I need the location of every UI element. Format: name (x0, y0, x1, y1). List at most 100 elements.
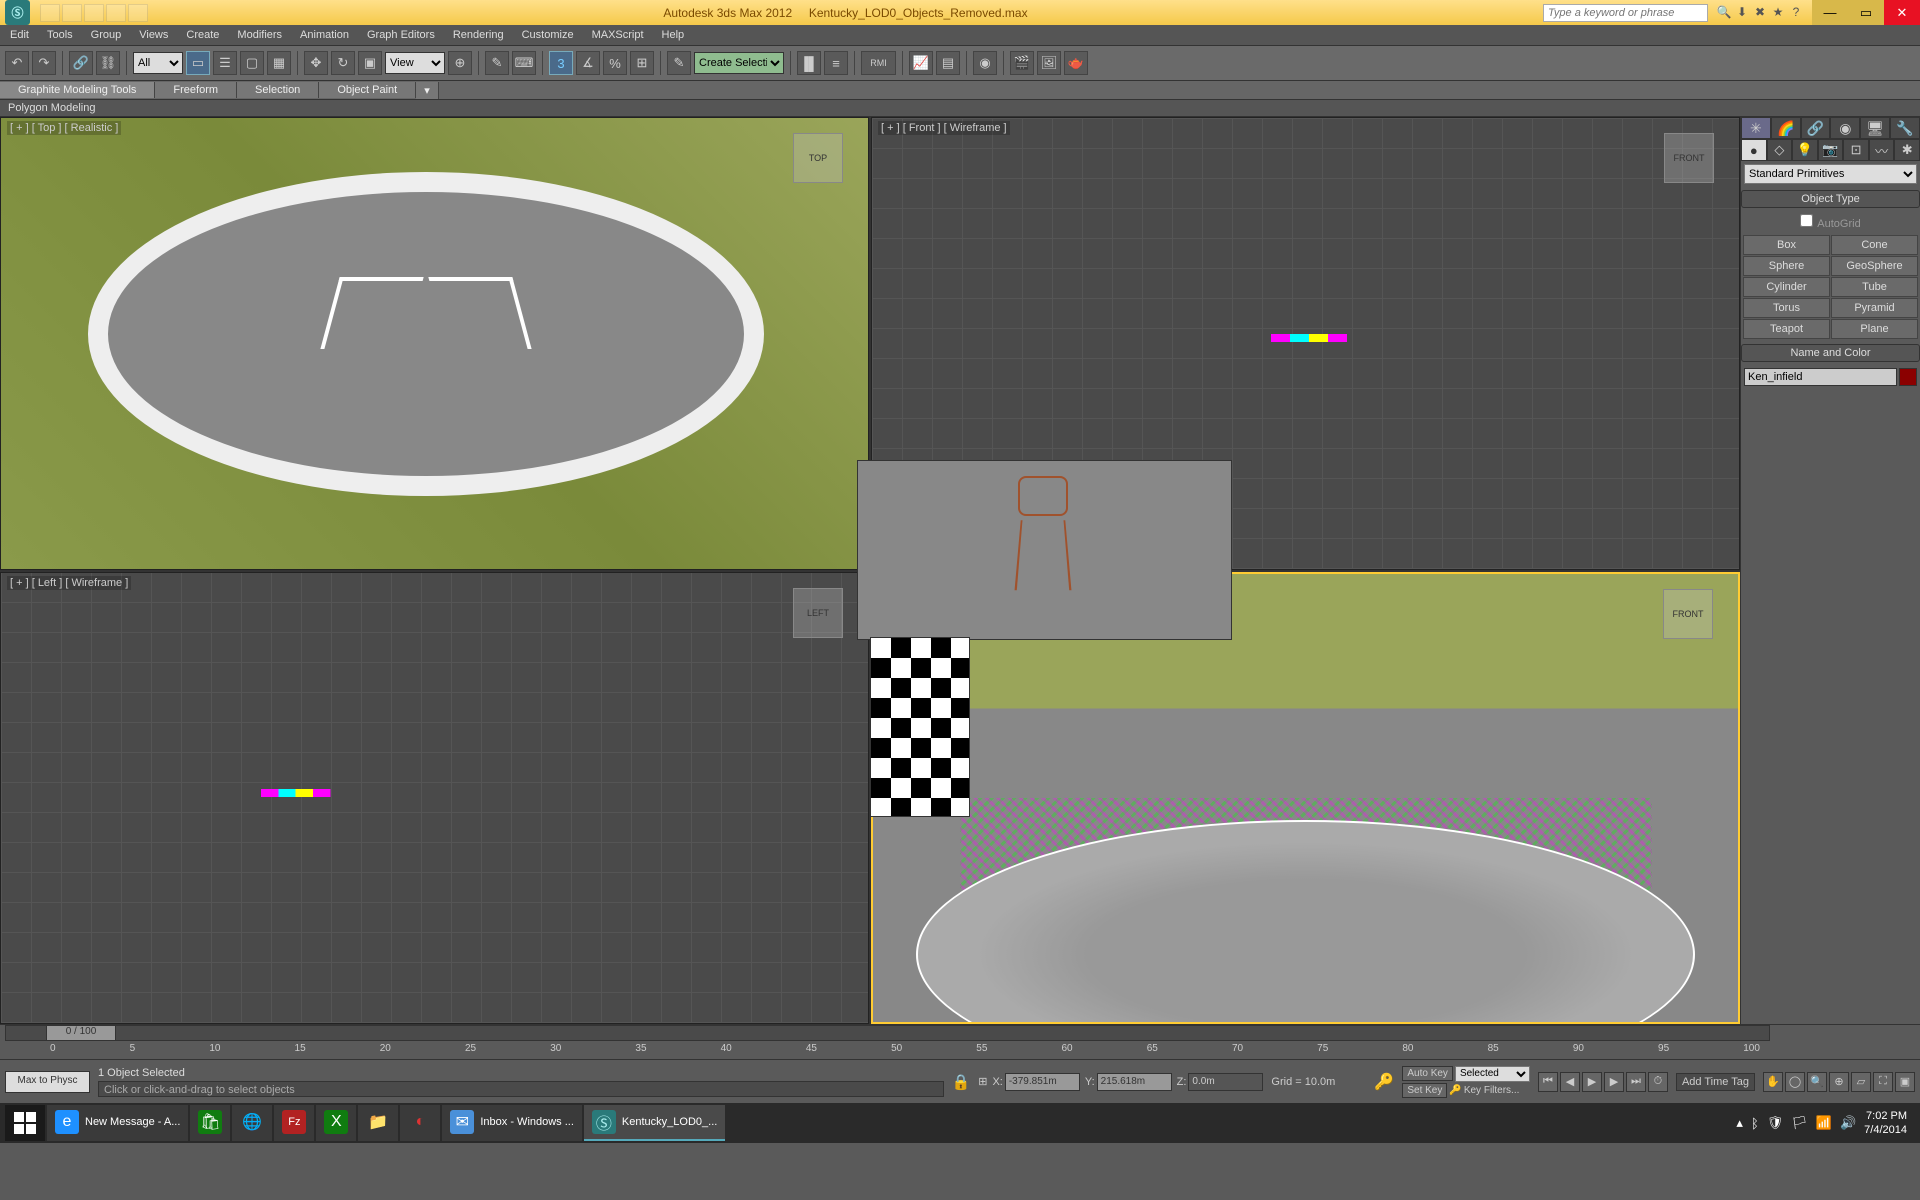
zoom-icon[interactable]: 🔍 (1807, 1072, 1827, 1092)
geometry-icon[interactable]: ● (1741, 139, 1767, 161)
setkey-key-icon[interactable]: 🔑 (1449, 1085, 1461, 1096)
menu-views[interactable]: Views (139, 29, 168, 41)
utilities-tab-icon[interactable]: 🔧 (1890, 117, 1920, 139)
autogrid-checkbox[interactable]: AutoGrid (1741, 211, 1920, 233)
render-production-icon[interactable]: 🫖 (1064, 51, 1088, 75)
tube-button[interactable]: Tube (1831, 277, 1918, 297)
render-preview-window[interactable] (857, 460, 1232, 640)
keyboard-shortcut-icon[interactable]: ⌨ (512, 51, 536, 75)
isolate-icon[interactable]: 🔑 (1374, 1072, 1394, 1092)
torus-button[interactable]: Torus (1743, 298, 1830, 318)
menu-help[interactable]: Help (662, 29, 685, 41)
scale-icon[interactable]: ▣ (358, 51, 382, 75)
app-logo-icon[interactable]: Ⓢ (5, 0, 30, 25)
menu-rendering[interactable]: Rendering (453, 29, 504, 41)
systems-icon[interactable]: ✱ (1894, 139, 1920, 161)
object-type-rollout[interactable]: Object Type (1741, 190, 1920, 208)
undo-icon[interactable]: ↶ (5, 51, 29, 75)
exchange-icon[interactable]: ✖ (1752, 5, 1768, 21)
viewport-top[interactable]: [ + ] [ Top ] [ Realistic ] TOP (0, 117, 869, 570)
primitive-category-dropdown[interactable]: Standard Primitives (1744, 164, 1917, 184)
goto-end-icon[interactable]: ⏭ (1626, 1072, 1646, 1092)
menu-modifiers[interactable]: Modifiers (237, 29, 282, 41)
start-button[interactable] (5, 1105, 45, 1141)
maximize-vp-icon[interactable]: ▣ (1895, 1072, 1915, 1092)
next-frame-icon[interactable]: ▶ (1604, 1072, 1624, 1092)
absolute-mode-icon[interactable]: ⊞ (978, 1075, 987, 1088)
subscription-icon[interactable]: ⬇ (1734, 5, 1750, 21)
y-coord-input[interactable]: 215.618m (1097, 1073, 1172, 1091)
name-color-rollout[interactable]: Name and Color (1741, 344, 1920, 362)
helpers-icon[interactable]: ⊡ (1843, 139, 1869, 161)
align-icon[interactable]: ≡ (824, 51, 848, 75)
search-icon[interactable]: 🔍 (1716, 5, 1732, 21)
goto-start-icon[interactable]: ⏮ (1538, 1072, 1558, 1092)
use-pivot-icon[interactable]: ⊕ (448, 51, 472, 75)
qat-open-icon[interactable] (62, 4, 82, 22)
checker-preview-window[interactable] (870, 637, 970, 817)
layers-icon[interactable]: RMI (861, 51, 896, 75)
menu-maxscript[interactable]: MAXScript (592, 29, 644, 41)
viewcube-front[interactable]: FRONT (1664, 133, 1714, 183)
viewcube-left[interactable]: LEFT (793, 588, 843, 638)
schematic-view-icon[interactable]: ▤ (936, 51, 960, 75)
tab-selection[interactable]: Selection (237, 82, 319, 98)
add-time-tag[interactable]: Add Time Tag (1676, 1073, 1755, 1091)
cameras-icon[interactable]: 📷 (1818, 139, 1844, 161)
rendered-frame-icon[interactable]: 🖼 (1037, 51, 1061, 75)
manipulate-icon[interactable]: ✎ (485, 51, 509, 75)
object-name-input[interactable] (1744, 368, 1897, 386)
tray-network-icon[interactable]: 📶 (1816, 1115, 1832, 1131)
fov-icon[interactable]: ▱ (1851, 1072, 1871, 1092)
help-icon[interactable]: ? (1788, 5, 1804, 21)
modify-tab-icon[interactable]: 🌈 (1771, 117, 1801, 139)
object-color-swatch[interactable] (1899, 368, 1917, 386)
taskbar-item-mail[interactable]: ✉Inbox - Windows ... (442, 1105, 582, 1141)
tab-freeform[interactable]: Freeform (155, 82, 237, 98)
zoom-all-icon[interactable]: ⊕ (1829, 1072, 1849, 1092)
tray-shield-icon[interactable]: 🛡 (1767, 1115, 1784, 1131)
angle-snap-icon[interactable]: ∡ (576, 51, 600, 75)
curve-editor-icon[interactable]: 📈 (909, 51, 933, 75)
tray-flag-icon[interactable]: 🏳 (1791, 1115, 1808, 1131)
close-button[interactable]: ✕ (1884, 0, 1920, 25)
material-editor-icon[interactable]: ◉ (973, 51, 997, 75)
window-crossing-icon[interactable]: ▦ (267, 51, 291, 75)
unlink-icon[interactable]: ⛓ (96, 51, 120, 75)
render-setup-icon[interactable]: 🎬 (1010, 51, 1034, 75)
spinner-snap-icon[interactable]: ⊞ (630, 51, 654, 75)
shapes-icon[interactable]: ◇ (1767, 139, 1793, 161)
viewport-label-left[interactable]: [ + ] [ Left ] [ Wireframe ] (7, 576, 131, 590)
mirror-icon[interactable]: ▐▌ (797, 51, 821, 75)
menu-animation[interactable]: Animation (300, 29, 349, 41)
viewport-label-front[interactable]: [ + ] [ Front ] [ Wireframe ] (878, 121, 1010, 135)
tab-graphite[interactable]: Graphite Modeling Tools (0, 82, 155, 98)
taskbar-item-chrome[interactable]: 🌐 (232, 1105, 272, 1141)
hierarchy-tab-icon[interactable]: 🔗 (1801, 117, 1831, 139)
taskbar-item-store[interactable]: 🛍 (190, 1105, 230, 1141)
key-filter-dropdown[interactable]: Selected (1455, 1066, 1530, 1082)
menu-group[interactable]: Group (91, 29, 122, 41)
menu-customize[interactable]: Customize (522, 29, 574, 41)
time-config-icon[interactable]: ⏱ (1648, 1072, 1668, 1092)
lights-icon[interactable]: 💡 (1792, 139, 1818, 161)
viewport-label-top[interactable]: [ + ] [ Top ] [ Realistic ] (7, 121, 121, 135)
plane-button[interactable]: Plane (1831, 319, 1918, 339)
taskbar-item-filezilla[interactable]: Fz (274, 1105, 314, 1141)
taskbar-item-ie[interactable]: eNew Message - A... (47, 1105, 188, 1141)
cylinder-button[interactable]: Cylinder (1743, 277, 1830, 297)
polygon-modeling-panel[interactable]: Polygon Modeling (8, 102, 95, 114)
spacewarps-icon[interactable]: 〰 (1869, 139, 1895, 161)
zoom-extents-icon[interactable]: ⛶ (1873, 1072, 1893, 1092)
cone-button[interactable]: Cone (1831, 235, 1918, 255)
qat-redo-icon[interactable] (128, 4, 148, 22)
box-button[interactable]: Box (1743, 235, 1830, 255)
autokey-button[interactable]: Auto Key (1402, 1066, 1453, 1081)
help-search-input[interactable] (1543, 4, 1708, 22)
minimize-button[interactable]: — (1812, 0, 1848, 25)
tab-objectpaint[interactable]: Object Paint (319, 82, 416, 98)
create-tab-icon[interactable]: ✳ (1741, 117, 1771, 139)
viewcube-top[interactable]: TOP (793, 133, 843, 183)
sphere-button[interactable]: Sphere (1743, 256, 1830, 276)
x-coord-input[interactable]: -379.851m (1005, 1073, 1080, 1091)
